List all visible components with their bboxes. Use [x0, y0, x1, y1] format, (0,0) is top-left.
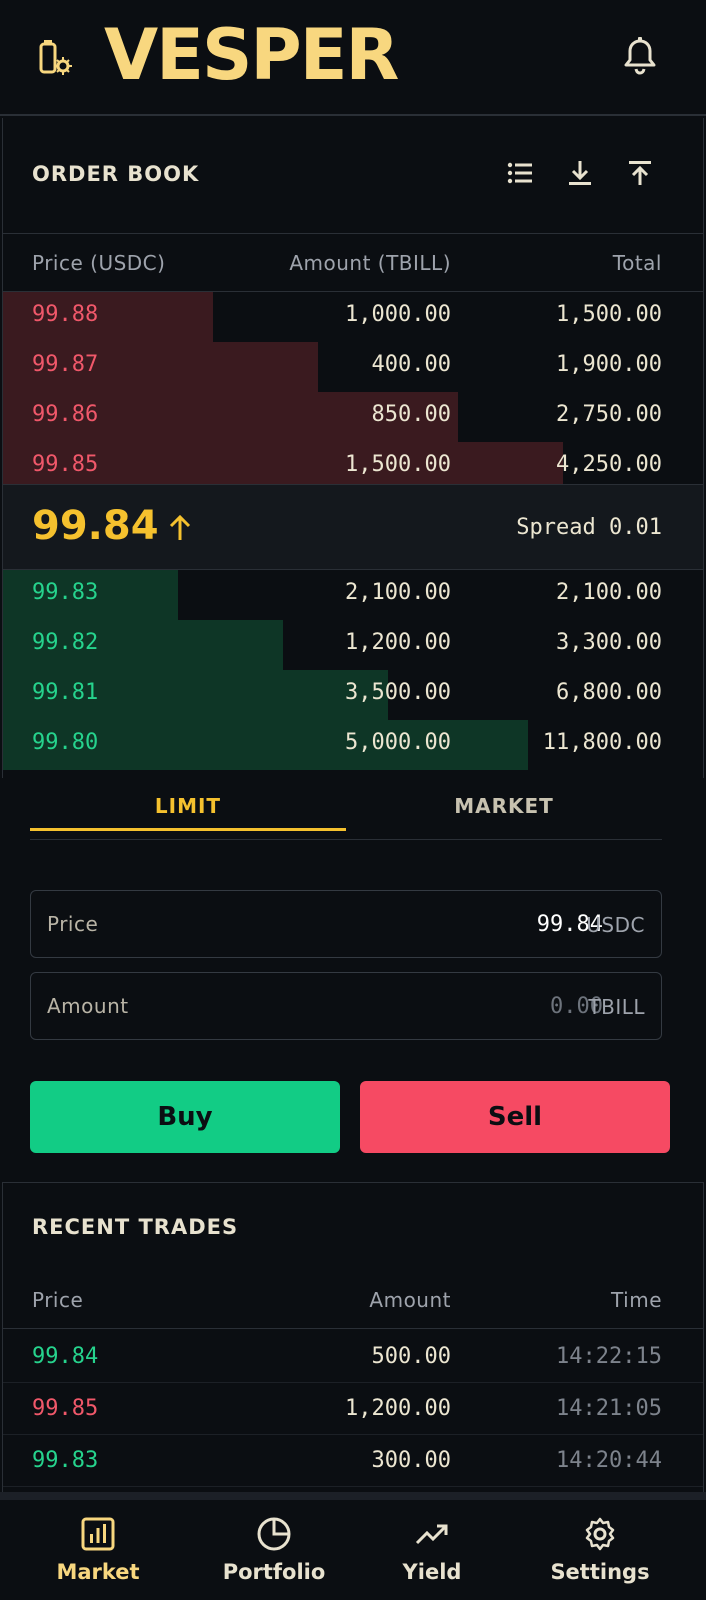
trade-time: 14:22:15	[556, 1344, 662, 1369]
pie-chart-icon	[257, 1517, 291, 1551]
order-book-header: ORDER BOOK	[3, 118, 703, 234]
download-icon[interactable]	[565, 158, 595, 188]
trending-up-icon	[415, 1524, 448, 1545]
price-unit: USDC	[586, 913, 645, 937]
order-type-tabs: LIMIT MARKET	[30, 778, 662, 840]
nav-item-portfolio[interactable]: Portfolio	[186, 1500, 362, 1600]
ask-amount: 1,000.00	[345, 302, 451, 327]
trade-amount: 300.00	[371, 1448, 451, 1473]
spread-label: Spread 0.01	[516, 515, 662, 540]
column-amount: Amount	[369, 1288, 451, 1312]
nav-label-yield: Yield	[402, 1560, 462, 1584]
sell-button[interactable]: Sell	[360, 1081, 670, 1153]
ask-price: 99.85	[32, 452, 99, 477]
recent-trades-panel: RECENT TRADES Price Amount Time 99.84 500…	[2, 1182, 704, 1492]
nav-label-settings: Settings	[550, 1560, 650, 1584]
price-input[interactable]	[383, 907, 603, 941]
trade-row[interactable]: 99.83 300.00 14:20:44	[3, 1435, 703, 1487]
ask-total: 4,250.00	[556, 452, 662, 477]
trade-amount: 1,200.00	[345, 1396, 451, 1421]
bell-icon[interactable]	[622, 36, 658, 76]
list-icon[interactable]	[505, 158, 535, 188]
column-price: Price (USDC)	[32, 251, 166, 275]
bid-total: 11,800.00	[542, 730, 662, 755]
tab-limit[interactable]: LIMIT	[30, 794, 346, 818]
trade-time: 14:20:44	[556, 1448, 662, 1473]
bid-row[interactable]: 99.81 3,500.00 6,800.00	[3, 670, 703, 720]
active-tab-indicator	[30, 828, 346, 831]
trade-price: 99.83	[32, 1448, 99, 1473]
upload-icon[interactable]	[625, 158, 655, 188]
bid-amount: 2,100.00	[345, 580, 451, 605]
bid-amount: 3,500.00	[345, 680, 451, 705]
bid-row[interactable]: 99.82 1,200.00 3,300.00	[3, 620, 703, 670]
arrow-up-icon	[169, 514, 191, 540]
nav-item-settings[interactable]: Settings	[512, 1500, 688, 1600]
ask-total: 2,750.00	[556, 402, 662, 427]
bid-price: 99.83	[32, 580, 99, 605]
trade-price: 99.84	[32, 1344, 99, 1369]
trade-amount: 500.00	[371, 1344, 451, 1369]
nav-label-portfolio: Portfolio	[222, 1560, 326, 1584]
bottom-nav: Market Portfolio Yield Settings	[0, 1492, 706, 1600]
ask-row[interactable]: 99.87 400.00 1,900.00	[3, 342, 703, 392]
buy-button[interactable]: Buy	[30, 1081, 340, 1153]
bid-total: 2,100.00	[556, 580, 662, 605]
ask-total: 1,900.00	[556, 352, 662, 377]
battery-gear-icon[interactable]	[38, 38, 72, 78]
trade-time: 14:21:05	[556, 1396, 662, 1421]
bid-amount: 5,000.00	[345, 730, 451, 755]
app-header: VESPER	[0, 0, 706, 116]
ask-row[interactable]: 99.88 1,000.00 1,500.00	[3, 292, 703, 342]
tab-market[interactable]: MARKET	[346, 794, 662, 818]
amount-field-label: Amount	[47, 994, 129, 1018]
nav-label-market: Market	[56, 1560, 140, 1584]
ask-price: 99.86	[32, 402, 99, 427]
ask-price: 99.87	[32, 352, 99, 377]
bid-row[interactable]: 99.80 5,000.00 11,800.00	[3, 720, 703, 770]
ask-price: 99.88	[32, 302, 99, 327]
bid-price: 99.80	[32, 730, 99, 755]
trade-price: 99.85	[32, 1396, 99, 1421]
ask-amount: 850.00	[371, 402, 451, 427]
ask-total: 1,500.00	[556, 302, 662, 327]
price-field[interactable]: Price USDC	[30, 890, 662, 958]
nav-item-yield[interactable]: Yield	[344, 1500, 520, 1600]
column-time: Time	[611, 1288, 662, 1312]
order-book-column-header: Price (USDC) Amount (TBILL) Total	[3, 234, 703, 292]
bid-total: 6,800.00	[556, 680, 662, 705]
ask-amount: 400.00	[371, 352, 451, 377]
column-price: Price	[32, 1288, 84, 1312]
trade-row[interactable]: 99.84 500.00 14:22:15	[3, 1331, 703, 1383]
bid-total: 3,300.00	[556, 630, 662, 655]
order-book-title: ORDER BOOK	[32, 162, 200, 186]
bid-price: 99.81	[32, 680, 99, 705]
last-price-bar: 99.84 Spread 0.01	[3, 484, 703, 570]
bar-chart-icon	[81, 1517, 115, 1551]
recent-trades-column-header: Price Amount Time	[3, 1271, 703, 1329]
column-amount: Amount (TBILL)	[289, 251, 451, 275]
bid-row[interactable]: 99.83 2,100.00 2,100.00	[3, 570, 703, 620]
trade-row[interactable]: 99.85 1,200.00 14:21:05	[3, 1383, 703, 1435]
ask-amount: 1,500.00	[345, 452, 451, 477]
price-field-label: Price	[47, 912, 99, 936]
ask-row[interactable]: 99.86 850.00 2,750.00	[3, 392, 703, 442]
nav-item-market[interactable]: Market	[10, 1500, 186, 1600]
amount-input[interactable]	[383, 989, 603, 1023]
bid-amount: 1,200.00	[345, 630, 451, 655]
brand-title: VESPER	[104, 14, 399, 96]
column-total: Total	[612, 251, 662, 275]
recent-trades-title: RECENT TRADES	[32, 1215, 239, 1239]
amount-unit: TBILL	[588, 995, 645, 1019]
amount-field[interactable]: Amount TBILL	[30, 972, 662, 1040]
order-book-panel: ORDER BOOK Price (USDC) Amount (TBILL) T…	[2, 118, 704, 778]
last-price: 99.84	[32, 503, 159, 549]
gear-icon	[585, 1517, 615, 1551]
bid-price: 99.82	[32, 630, 99, 655]
